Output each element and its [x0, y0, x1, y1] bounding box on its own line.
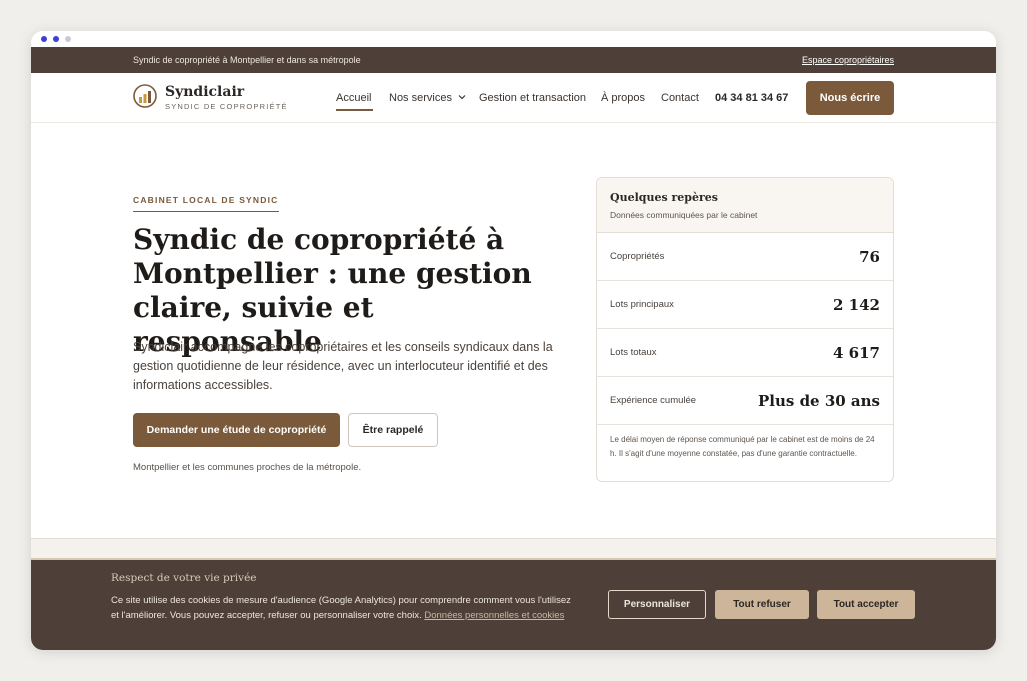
top-bar: Syndic de copropriété à Montpellier et d… — [31, 47, 996, 73]
window-dot-icon[interactable] — [65, 36, 71, 42]
cookie-banner-title: Respect de votre vie privée — [111, 572, 257, 584]
stat-row: Lots principaux 2 142 — [597, 281, 893, 329]
brand-name[interactable]: Syndiclair — [165, 84, 244, 100]
stat-row: Expérience cumulée Plus de 30 ans — [597, 377, 893, 425]
top-bar-tagline: Syndic de copropriété à Montpellier et d… — [133, 55, 361, 65]
hero-lead: Syndiclair accompagne les copropriétaire… — [133, 340, 553, 392]
stat-value: Plus de 30 ans — [758, 391, 880, 410]
owner-space-link[interactable]: Espace copropriétaires — [802, 55, 894, 65]
stat-label: Lots totaux — [610, 347, 657, 358]
callback-button[interactable]: Être rappelé — [348, 413, 438, 447]
browser-window: Syndic de copropriété à Montpellier et d… — [31, 31, 996, 650]
nav-services[interactable]: Nos services — [389, 92, 466, 104]
facts-card: Quelques repères Données communiquées pa… — [596, 177, 894, 482]
hero-section: CABINET LOCAL DE SYNDIC Syndic de coprop… — [31, 123, 996, 538]
nav-contact[interactable]: Contact — [661, 92, 699, 104]
hero-eyebrow: CABINET LOCAL DE SYNDIC — [133, 195, 279, 212]
stat-row: Copropriétés 76 — [597, 233, 893, 281]
refuse-cookies-button[interactable]: Tout refuser — [715, 590, 809, 619]
chevron-down-icon — [458, 95, 466, 100]
nav-home[interactable]: Accueil — [336, 92, 371, 104]
coverage-note: Montpellier et les communes proches de l… — [133, 462, 362, 473]
accept-cookies-button[interactable]: Tout accepter — [817, 590, 915, 619]
stat-label: Lots principaux — [610, 299, 674, 310]
cookie-banner-text: Ce site utilise des cookies de mesure d'… — [111, 593, 581, 623]
nav-services-label: Nos services — [389, 92, 452, 104]
window-dot-icon[interactable] — [41, 36, 47, 42]
facts-card-subtitle: Données communiquées par le cabinet — [610, 210, 758, 220]
customize-cookies-button[interactable]: Personnaliser — [608, 590, 706, 619]
nav-active-indicator — [336, 109, 373, 111]
brand-subtitle: SYNDIC DE COPROPRIÉTÉ — [165, 102, 288, 111]
stat-row: Lots totaux 4 617 — [597, 329, 893, 377]
phone-number[interactable]: 04 34 81 34 67 — [715, 92, 788, 104]
nav-management[interactable]: Gestion et transaction — [479, 92, 586, 104]
stat-label: Copropriétés — [610, 251, 665, 262]
nav-about[interactable]: À propos — [601, 92, 645, 104]
cookie-banner: Respect de votre vie privée Ce site util… — [31, 558, 996, 650]
write-us-button[interactable]: Nous écrire — [806, 81, 894, 115]
bar-chart-logo-icon[interactable] — [133, 84, 157, 108]
window-dot-icon[interactable] — [53, 36, 59, 42]
facts-card-title: Quelques repères — [610, 191, 718, 204]
stat-value: 2 142 — [833, 295, 880, 314]
request-study-button[interactable]: Demander une étude de copropriété — [133, 413, 340, 447]
window-chrome — [31, 31, 996, 47]
privacy-link[interactable]: Données personnelles et cookies — [424, 610, 564, 621]
section-divider — [31, 538, 996, 558]
stat-value: 4 617 — [833, 343, 880, 362]
stat-value: 76 — [859, 247, 880, 266]
stat-label: Expérience cumulée — [610, 395, 697, 406]
site-header: Syndiclair SYNDIC DE COPROPRIÉTÉ Accueil… — [31, 73, 996, 123]
facts-card-footnote: Le délai moyen de réponse communiqué par… — [610, 435, 875, 458]
facts-card-header: Quelques repères Données communiquées pa… — [597, 178, 893, 233]
